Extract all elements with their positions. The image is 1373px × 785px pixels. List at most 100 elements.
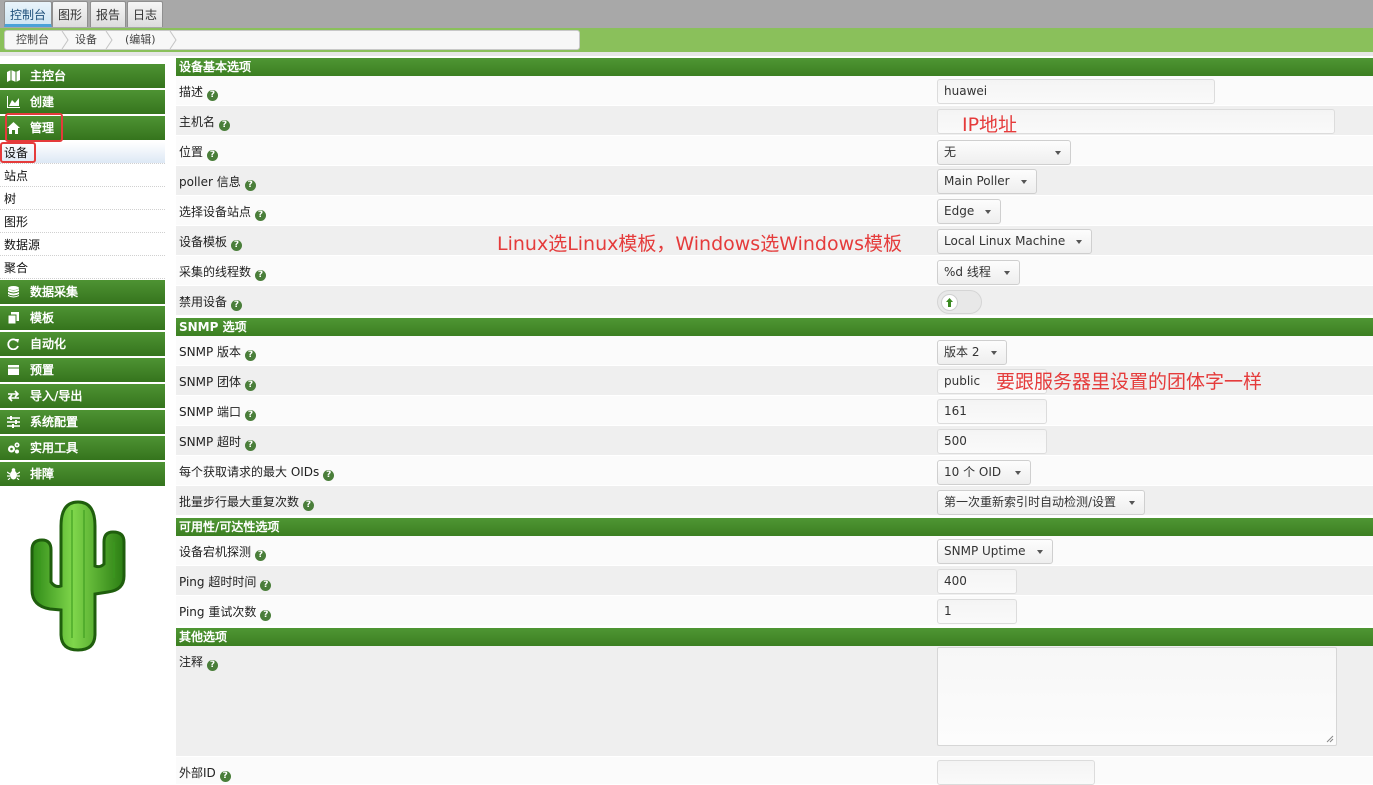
template-select[interactable]: Local Linux Machine bbox=[937, 229, 1092, 254]
row-snmp-port: SNMP 端口? bbox=[176, 396, 1373, 426]
row-site: 选择设备站点? bbox=[176, 196, 1373, 226]
threads-select-value: %d 线程 bbox=[944, 265, 991, 279]
highlight-management bbox=[5, 113, 63, 142]
threads-label-text: 采集的线程数 bbox=[179, 265, 252, 279]
nav-sub-aggregates[interactable]: 聚合 bbox=[0, 257, 165, 279]
help-icon[interactable]: ? bbox=[219, 120, 231, 131]
snmp-version-label: SNMP 版本? bbox=[179, 343, 256, 361]
help-icon[interactable]: ? bbox=[244, 180, 256, 191]
snmp-community-label-text: SNMP 团体 bbox=[179, 375, 241, 389]
help-icon[interactable]: ? bbox=[260, 610, 272, 621]
row-poller: poller 信息? bbox=[176, 166, 1373, 196]
nav-main-console[interactable]: 主控台 bbox=[0, 64, 165, 88]
chevron-down-icon bbox=[985, 210, 991, 214]
nav-presets[interactable]: 预置 bbox=[0, 358, 165, 382]
section-basic: 设备基本选项 bbox=[176, 58, 1373, 76]
help-icon[interactable]: ? bbox=[303, 500, 315, 511]
down-detect-select[interactable]: SNMP Uptime bbox=[937, 539, 1053, 564]
help-icon[interactable]: ? bbox=[245, 410, 256, 421]
snmp-version-select[interactable]: 版本 2 bbox=[937, 340, 1007, 365]
nav-sub-datasources[interactable]: 数据源 bbox=[0, 234, 165, 256]
chevron-down-icon bbox=[1076, 240, 1082, 244]
snmp-timeout-label: SNMP 超时? bbox=[179, 433, 256, 451]
help-icon[interactable]: ? bbox=[255, 270, 267, 281]
ping-timeout-input[interactable]: 400 bbox=[937, 569, 1017, 594]
snmp-timeout-input[interactable]: 500 bbox=[937, 429, 1047, 454]
nav-data-collection[interactable]: 数据采集 bbox=[0, 280, 165, 304]
breadcrumb: 控制台 设备 (编辑) bbox=[4, 30, 580, 50]
nav-troubleshooting[interactable]: 排障 bbox=[0, 462, 165, 486]
help-icon[interactable]: ? bbox=[255, 550, 267, 561]
row-down-detect: 设备宕机探测? bbox=[176, 536, 1373, 566]
help-icon[interactable]: ? bbox=[231, 300, 243, 311]
down-detect-label-text: 设备宕机探测 bbox=[179, 545, 252, 559]
notes-textarea[interactable] bbox=[937, 647, 1337, 746]
description-label: 描述? bbox=[179, 83, 219, 101]
nav-sub-graphs[interactable]: 图形 bbox=[0, 211, 165, 233]
tab-console[interactable]: 控制台 bbox=[4, 1, 53, 27]
max-oids-select[interactable]: 10 个 OID bbox=[937, 460, 1031, 485]
help-icon[interactable]: ? bbox=[231, 240, 243, 251]
help-icon[interactable]: ? bbox=[245, 380, 256, 391]
threads-label: 采集的线程数? bbox=[179, 263, 267, 281]
nav-templates[interactable]: 模板 bbox=[0, 306, 165, 330]
disable-label-text: 禁用设备 bbox=[179, 295, 228, 309]
breadcrumb-devices[interactable]: 设备 bbox=[75, 31, 97, 49]
nav-sub-trees[interactable]: 树 bbox=[0, 188, 165, 210]
nav-create[interactable]: 创建 bbox=[0, 90, 165, 114]
sliders-icon bbox=[7, 416, 20, 428]
help-icon[interactable]: ? bbox=[207, 150, 219, 161]
help-icon[interactable]: ? bbox=[245, 350, 256, 361]
bulk-walk-label-text: 批量步行最大重复次数 bbox=[179, 495, 300, 509]
location-select[interactable]: 无 bbox=[937, 140, 1071, 165]
tab-logs[interactable]: 日志 bbox=[127, 1, 164, 27]
breadcrumb-console[interactable]: 控制台 bbox=[16, 31, 49, 49]
disable-device-toggle[interactable] bbox=[937, 290, 982, 314]
breadcrumb-edit: (编辑) bbox=[125, 33, 156, 46]
annotation-community: 要跟服务器里设置的团体字一样 bbox=[996, 371, 1263, 393]
help-icon[interactable]: ? bbox=[245, 440, 256, 451]
nav-templates-label: 模板 bbox=[30, 311, 55, 325]
ping-retries-input[interactable]: 1 bbox=[937, 599, 1017, 624]
bulk-walk-select[interactable]: 第一次重新索引时自动检测/设置 bbox=[937, 490, 1145, 515]
help-icon[interactable]: ? bbox=[255, 210, 267, 221]
snmp-community-label: SNMP 团体? bbox=[179, 373, 256, 391]
description-input[interactable]: huawei bbox=[937, 79, 1215, 104]
tab-reports[interactable]: 报告 bbox=[90, 1, 127, 27]
external-id-input[interactable] bbox=[937, 760, 1095, 785]
help-icon[interactable]: ? bbox=[207, 660, 219, 671]
resize-grip-icon[interactable] bbox=[1326, 735, 1334, 743]
site-select[interactable]: Edge bbox=[937, 199, 1001, 224]
external-id-label: 外部ID? bbox=[179, 764, 231, 782]
copy-icon bbox=[7, 312, 19, 324]
max-oids-label-text: 每个获取请求的最大 OIDs bbox=[179, 465, 320, 479]
help-icon[interactable]: ? bbox=[323, 470, 335, 481]
tab-graphs[interactable]: 图形 bbox=[52, 1, 89, 27]
help-icon[interactable]: ? bbox=[207, 90, 219, 101]
snmp-port-input[interactable]: 161 bbox=[937, 399, 1047, 424]
nav-create-label: 创建 bbox=[30, 95, 55, 109]
external-id-label-text: 外部ID bbox=[179, 766, 216, 780]
snmp-version-label-text: SNMP 版本 bbox=[179, 345, 241, 359]
nav-import-export[interactable]: 导入/导出 bbox=[0, 384, 165, 408]
nav-utilities[interactable]: 实用工具 bbox=[0, 436, 165, 460]
chevron-down-icon bbox=[1037, 550, 1043, 554]
max-oids-value: 10 个 OID bbox=[944, 465, 1002, 479]
exchange-icon bbox=[7, 390, 20, 402]
nav-configuration[interactable]: 系统配置 bbox=[0, 410, 165, 434]
snmp-port-label-text: SNMP 端口 bbox=[179, 405, 241, 419]
row-snmp-version: SNMP 版本? bbox=[176, 336, 1373, 366]
list-icon bbox=[8, 365, 19, 375]
poller-select[interactable]: Main Poller bbox=[937, 169, 1037, 194]
nav-automation[interactable]: 自动化 bbox=[0, 332, 165, 356]
row-disable: 禁用设备? bbox=[176, 286, 1373, 316]
row-max-oids: 每个获取请求的最大 OIDs? bbox=[176, 456, 1373, 486]
nav-automation-label: 自动化 bbox=[30, 337, 67, 351]
threads-select[interactable]: %d 线程 bbox=[937, 260, 1020, 285]
template-label: 设备模板? bbox=[179, 233, 243, 251]
snmp-port-label: SNMP 端口? bbox=[179, 403, 256, 421]
help-icon[interactable]: ? bbox=[260, 580, 272, 591]
help-icon[interactable]: ? bbox=[219, 771, 231, 782]
site-select-value: Edge bbox=[944, 204, 975, 218]
nav-sub-sites[interactable]: 站点 bbox=[0, 165, 165, 187]
